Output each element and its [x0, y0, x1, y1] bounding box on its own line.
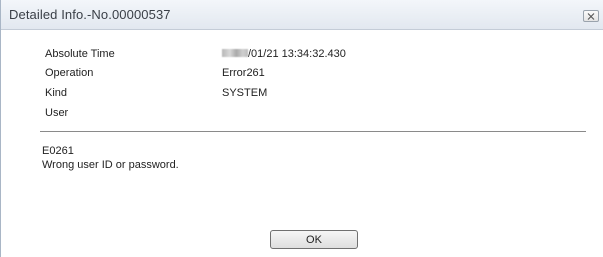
absolute-time-value: /01/21 13:34:32.430	[222, 48, 346, 60]
operation-value: Error261	[222, 67, 265, 79]
user-label: User	[45, 107, 69, 119]
title-bar[interactable]: Detailed Info.-No.00000537	[1, 0, 603, 30]
absolute-time-label: Absolute Time	[45, 48, 115, 60]
operation-label: Operation	[45, 67, 94, 79]
message-code: E0261	[42, 145, 74, 157]
close-button[interactable]	[583, 10, 599, 22]
absolute-time-text: /01/21 13:34:32.430	[248, 48, 346, 60]
masked-year	[222, 49, 248, 58]
ok-button-label: OK	[306, 233, 322, 246]
kind-value: SYSTEM	[222, 87, 268, 99]
message-text: Wrong user ID or password.	[42, 159, 179, 171]
dialog-content: Absolute Time /01/21 13:34:32.430 Operat…	[1, 30, 603, 257]
separator	[40, 131, 586, 132]
detailed-info-dialog: Detailed Info.-No.00000537 Absolute Time…	[0, 0, 603, 257]
kind-label: Kind	[45, 87, 68, 99]
window-title: Detailed Info.-No.00000537	[9, 7, 171, 22]
ok-button[interactable]: OK	[270, 230, 358, 249]
close-icon	[587, 12, 595, 20]
